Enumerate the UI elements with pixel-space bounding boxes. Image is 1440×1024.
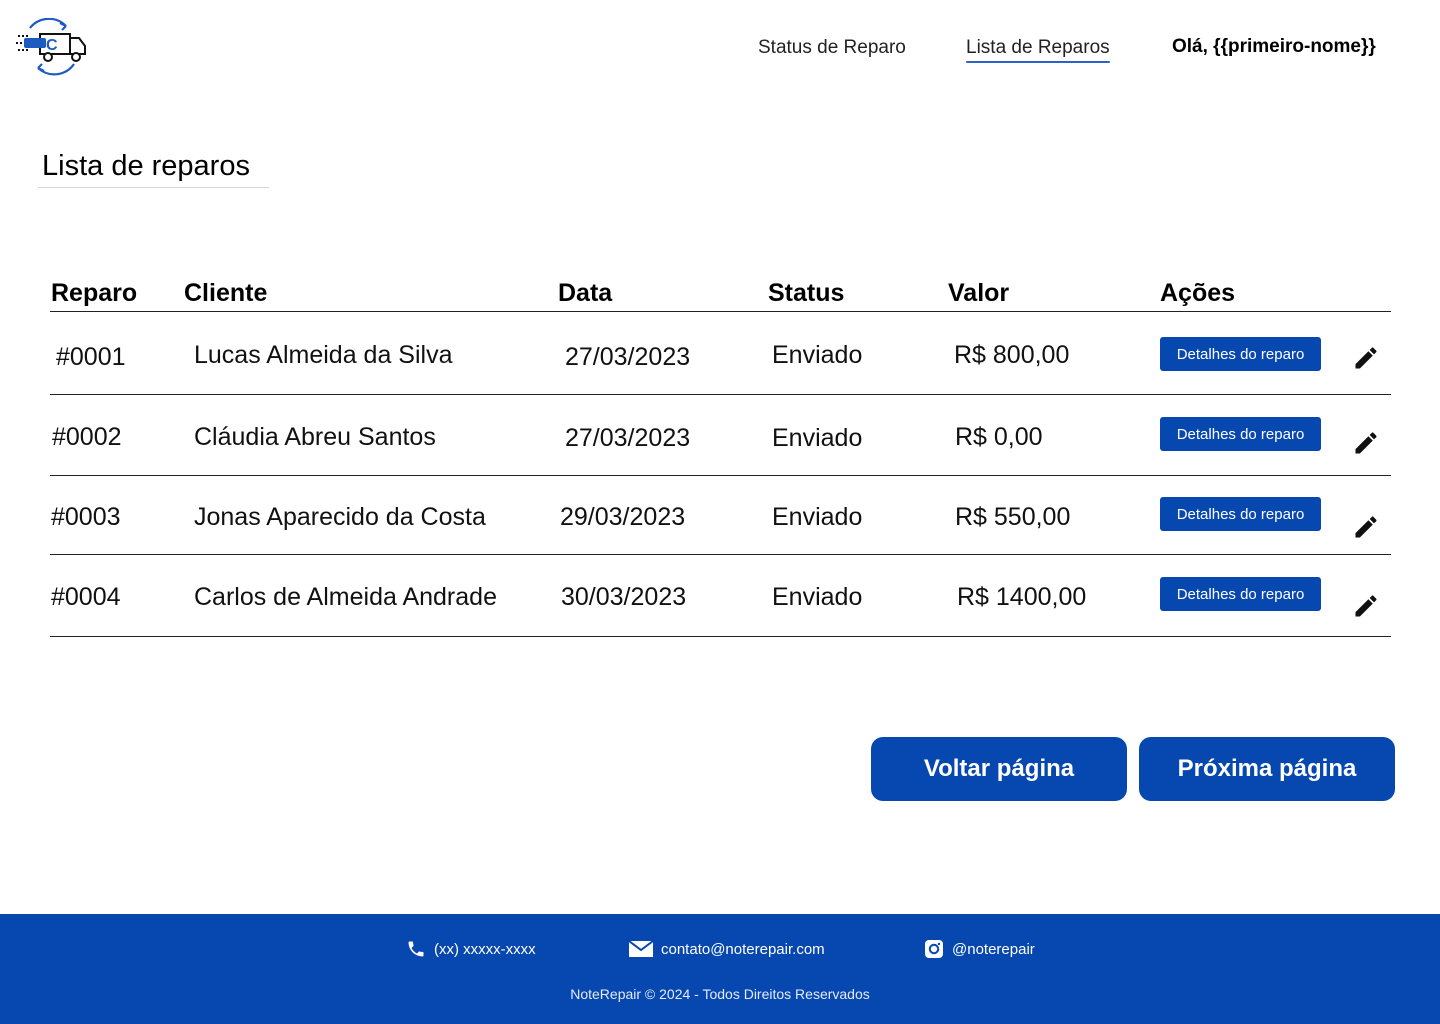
table-row: #0002 Cláudia Abreu Santos 27/03/2023 En…: [0, 395, 1440, 475]
pencil-icon[interactable]: [1352, 513, 1380, 541]
table-row: #0004 Carlos de Almeida Andrade 30/03/20…: [0, 555, 1440, 635]
repair-date: 29/03/2023: [560, 503, 686, 531]
phone-icon: [408, 941, 424, 957]
column-header-acoes: Ações: [1160, 279, 1236, 307]
repair-value: R$ 0,00: [955, 423, 1043, 451]
column-header-valor: Valor: [948, 279, 1010, 307]
repair-date: 27/03/2023: [565, 424, 691, 452]
repair-status: Enviado: [772, 341, 863, 369]
client-name: Carlos de Almeida Andrade: [194, 583, 497, 611]
column-header-status: Status: [768, 279, 845, 307]
repair-details-button[interactable]: Detalhes do reparo: [1160, 577, 1321, 611]
footer: (xx) xxxxx-xxxx contato@noterepair.com @…: [0, 914, 1440, 1024]
logo[interactable]: C: [16, 17, 88, 76]
repair-id: #0002: [52, 423, 122, 451]
next-page-button[interactable]: Próxima página: [1139, 737, 1395, 801]
footer-email[interactable]: contato@noterepair.com: [629, 938, 825, 960]
client-name: Jonas Aparecido da Costa: [194, 503, 486, 531]
footer-instagram[interactable]: @noterepair: [924, 938, 1035, 960]
table-row: #0001 Lucas Almeida da Silva 27/03/2023 …: [0, 312, 1440, 392]
repair-status: Enviado: [772, 503, 863, 531]
client-name: Cláudia Abreu Santos: [194, 423, 436, 451]
client-name: Lucas Almeida da Silva: [194, 341, 453, 369]
instagram-icon: [925, 940, 943, 958]
nav-link-status-de-reparo[interactable]: Status de Reparo: [758, 37, 906, 59]
column-header-data: Data: [558, 279, 613, 307]
repair-status: Enviado: [772, 424, 863, 452]
repair-id: #0001: [56, 343, 126, 371]
footer-copyright: NoteRepair © 2024 - Todos Direitos Reser…: [570, 986, 870, 1002]
repair-value: R$ 550,00: [955, 503, 1071, 531]
footer-instagram-text: @noterepair: [952, 940, 1035, 958]
repair-details-button[interactable]: Detalhes do reparo: [1160, 337, 1321, 371]
svg-text:C: C: [46, 37, 58, 54]
envelope-icon: [629, 940, 653, 957]
footer-email-text: contato@noterepair.com: [661, 940, 825, 958]
pencil-icon[interactable]: [1352, 592, 1380, 620]
column-header-cliente: Cliente: [184, 279, 268, 307]
footer-phone[interactable]: (xx) xxxxx-xxxx: [406, 938, 536, 960]
repair-date: 30/03/2023: [561, 583, 687, 611]
pencil-icon[interactable]: [1352, 429, 1380, 457]
title-underline: [38, 187, 269, 188]
repair-id: #0004: [51, 583, 121, 611]
repair-details-button[interactable]: Detalhes do reparo: [1160, 497, 1321, 531]
pencil-icon[interactable]: [1352, 344, 1380, 372]
table-divider: [50, 636, 1391, 637]
repair-details-button[interactable]: Detalhes do reparo: [1160, 417, 1321, 451]
truck-repair-logo-icon: C: [16, 17, 86, 76]
repair-date: 27/03/2023: [565, 343, 691, 371]
repair-value: R$ 800,00: [954, 341, 1070, 369]
previous-page-button[interactable]: Voltar página: [871, 737, 1127, 801]
page-title: Lista de reparos: [42, 150, 250, 182]
table-row: #0003 Jonas Aparecido da Costa 29/03/202…: [0, 476, 1440, 556]
user-greeting: Olá, {{primeiro-nome}}: [1172, 36, 1376, 57]
repair-value: R$ 1400,00: [957, 583, 1087, 611]
nav-link-lista-de-reparos[interactable]: Lista de Reparos: [966, 37, 1110, 63]
repair-status: Enviado: [772, 583, 863, 611]
footer-phone-text: (xx) xxxxx-xxxx: [434, 940, 536, 958]
repair-id: #0003: [51, 503, 121, 531]
column-header-reparo: Reparo: [51, 279, 138, 307]
